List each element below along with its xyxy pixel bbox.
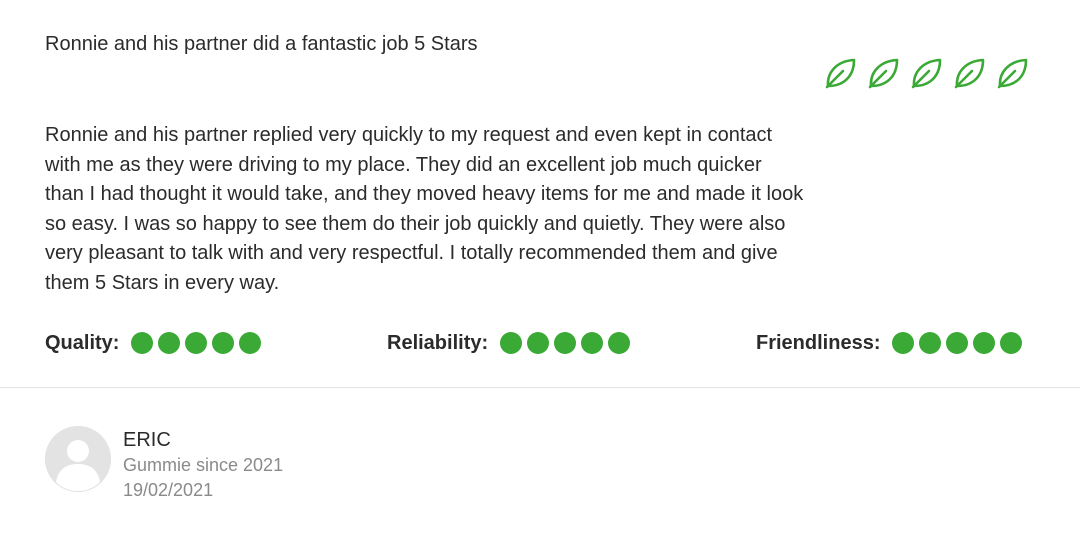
- rating-dots-friendliness: [892, 332, 1023, 354]
- leaf-icon: [825, 58, 856, 89]
- rating-dot: [581, 332, 604, 354]
- rating-quality: Quality:: [45, 327, 262, 359]
- avatar[interactable]: [45, 426, 111, 492]
- review-card: Ronnie and his partner did a fantastic j…: [0, 0, 1080, 538]
- rating-dot: [946, 332, 969, 354]
- rating-dot: [608, 332, 631, 354]
- review-title: Ronnie and his partner did a fantastic j…: [45, 33, 478, 55]
- leaf-icon: [954, 58, 985, 89]
- rating-label-quality: Quality:: [45, 331, 120, 354]
- leaf-rating: [823, 56, 1030, 90]
- criteria-ratings: Quality: Reliability: Friendliness:: [45, 327, 1035, 359]
- review-body: Ronnie and his partner replied very quic…: [45, 124, 804, 294]
- rating-dot: [185, 332, 208, 354]
- rating-label-reliability: Reliability:: [387, 331, 489, 354]
- rating-dot: [919, 332, 942, 354]
- author-member-since: Gummie since 2021: [123, 455, 284, 475]
- rating-dots-reliability: [500, 332, 631, 354]
- rating-dot: [527, 332, 550, 354]
- rating-dot: [500, 332, 523, 354]
- rating-reliability: Reliability:: [387, 327, 631, 359]
- rating-dot: [554, 332, 577, 354]
- rating-label-friendliness: Friendliness:: [756, 331, 881, 354]
- leaf-icon: [868, 58, 899, 89]
- rating-dot: [973, 332, 996, 354]
- rating-dot: [1000, 332, 1023, 354]
- user-silhouette-icon: [45, 426, 111, 492]
- rating-dot: [892, 332, 915, 354]
- leaf-icon: [997, 58, 1028, 89]
- rating-dot: [212, 332, 235, 354]
- rating-dot: [239, 332, 262, 354]
- rating-dot: [158, 332, 181, 354]
- review-date: 19/02/2021: [123, 480, 214, 500]
- author-info: ERIC Gummie since 2021 19/02/2021: [123, 426, 283, 502]
- leaf-icon: [911, 58, 942, 89]
- rating-friendliness: Friendliness:: [756, 327, 1023, 359]
- author-name[interactable]: ERIC: [123, 428, 283, 452]
- rating-dots-quality: [131, 332, 262, 354]
- rating-dot: [131, 332, 154, 354]
- review-author: ERIC Gummie since 2021 19/02/2021: [45, 426, 283, 502]
- divider: [0, 387, 1080, 388]
